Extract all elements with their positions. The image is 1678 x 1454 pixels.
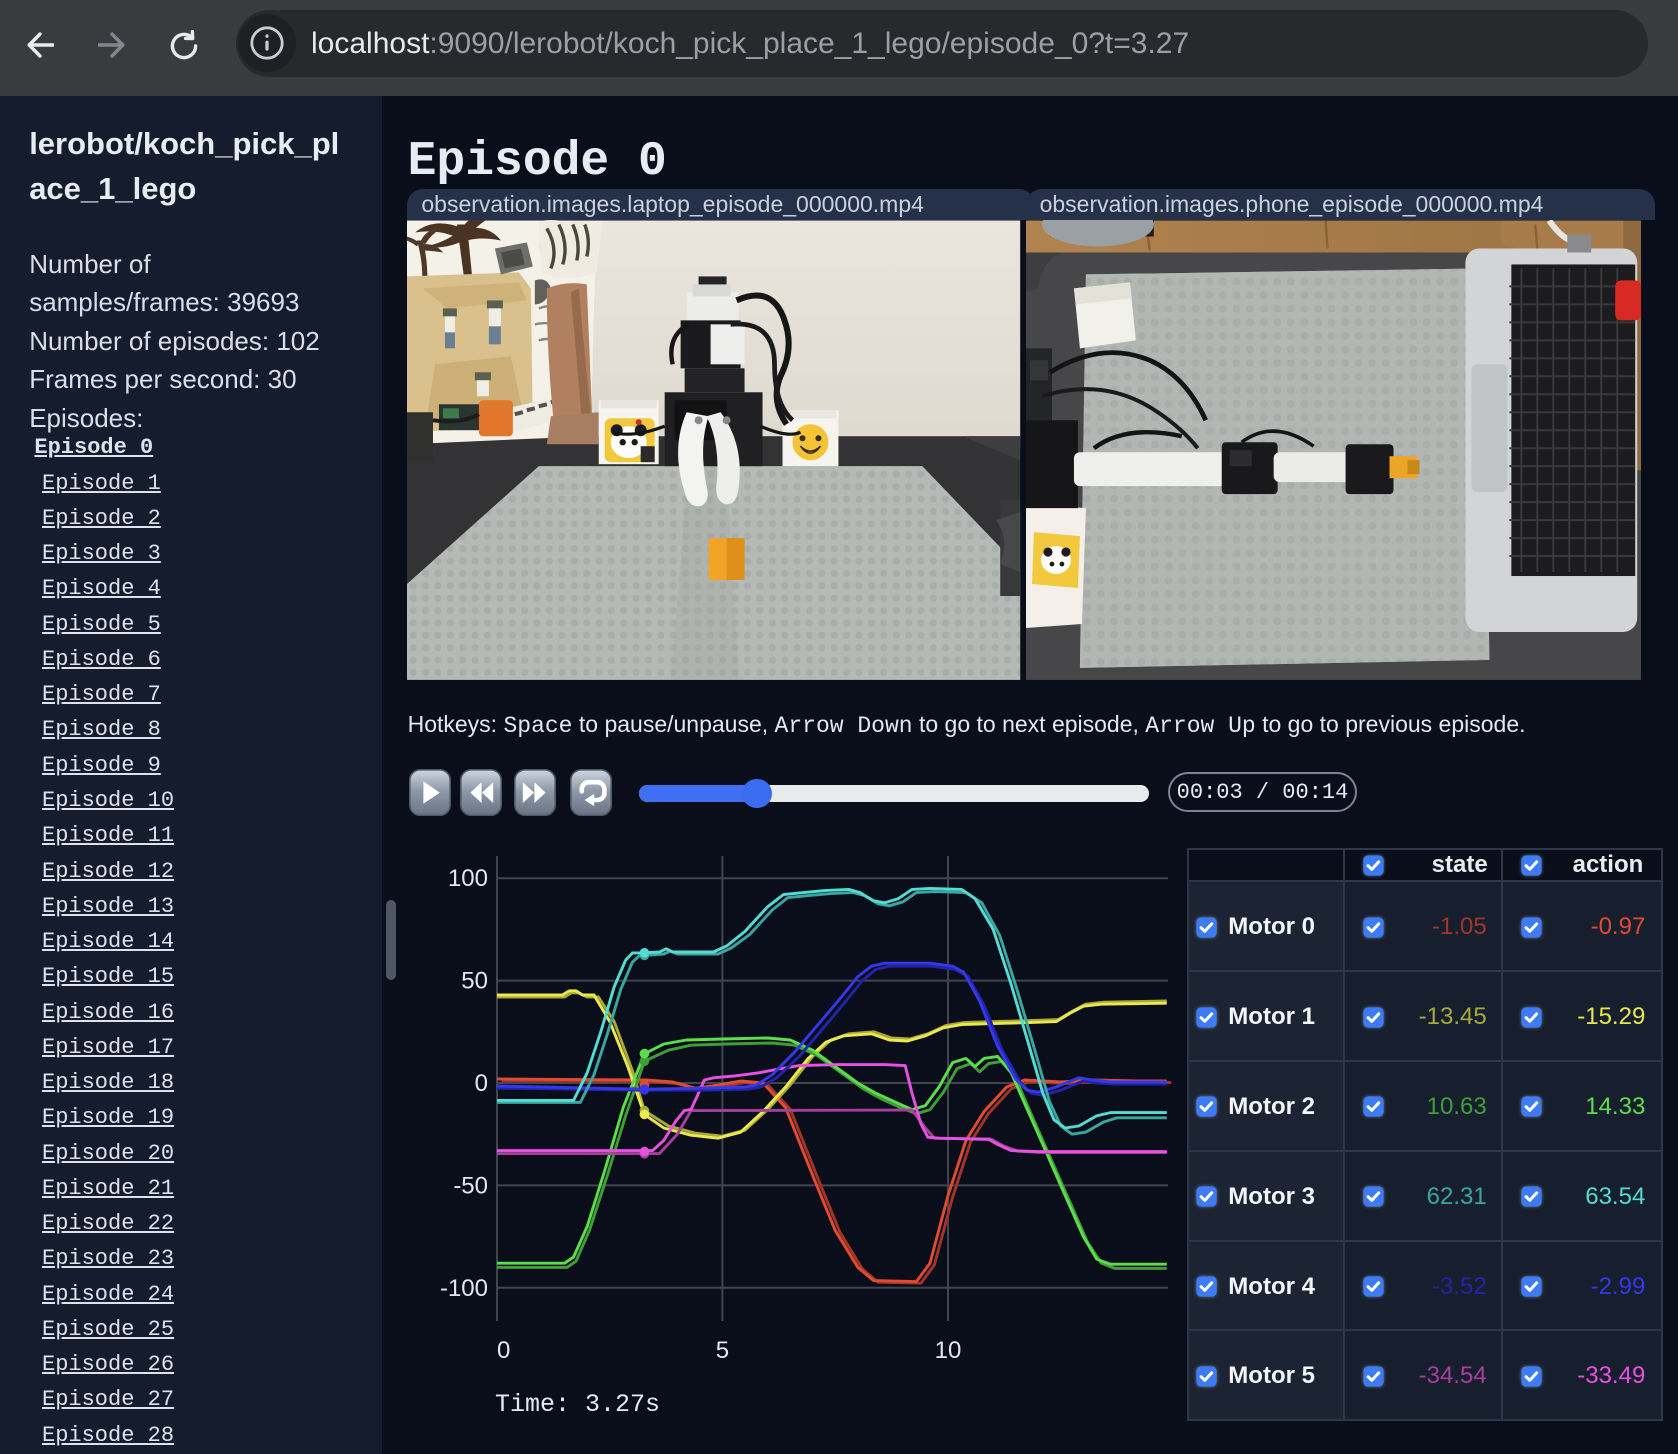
- svg-text:-100: -100: [440, 1275, 488, 1302]
- svg-text:5: 5: [716, 1337, 729, 1364]
- svg-text:0: 0: [475, 1070, 488, 1097]
- svg-text:50: 50: [461, 968, 488, 995]
- svg-text:0: 0: [497, 1337, 510, 1364]
- svg-text:-50: -50: [453, 1172, 488, 1199]
- svg-text:10: 10: [935, 1337, 962, 1364]
- svg-text:100: 100: [448, 865, 488, 892]
